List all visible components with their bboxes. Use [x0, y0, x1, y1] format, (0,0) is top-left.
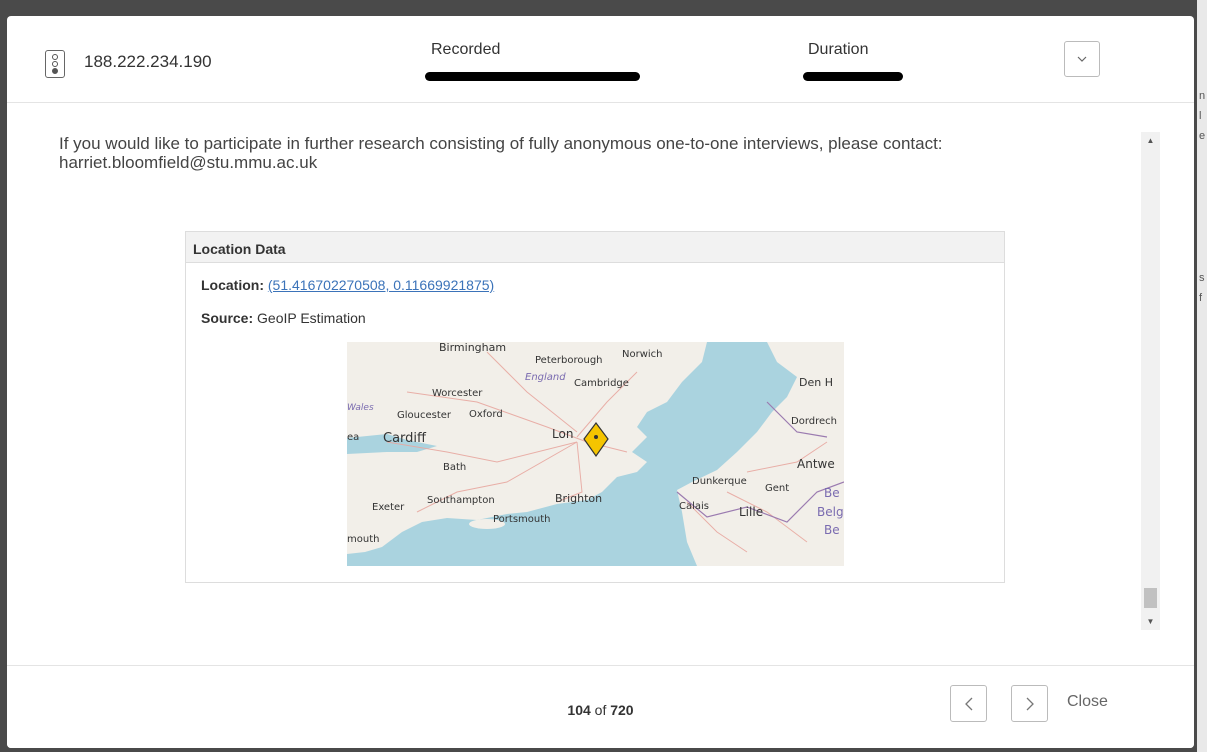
next-button[interactable]: [1011, 685, 1048, 722]
map-label: mouth: [347, 534, 379, 545]
location-data-panel: Location Data Location: (51.416702270508…: [185, 231, 1005, 583]
modal-header: 188.222.234.190 Recorded Duration: [7, 16, 1194, 103]
source-row: Source: GeoIP Estimation: [201, 310, 366, 326]
close-button[interactable]: Close: [1067, 693, 1108, 711]
location-label: Location:: [201, 277, 264, 293]
recorded-value-redaction: [425, 72, 640, 81]
scroll-thumb[interactable]: [1144, 588, 1157, 608]
map-label: Lille: [739, 505, 763, 519]
map-label: Norwich: [622, 349, 663, 360]
map-label: Peterborough: [535, 355, 603, 366]
map-label: England: [525, 372, 566, 383]
map-graphic: Birmingham Peterborough Norwich England …: [347, 342, 844, 566]
map-label: Portsmouth: [493, 514, 551, 525]
backdrop-edge: n l e s f: [1197, 0, 1207, 752]
location-coordinates-link[interactable]: (51.416702270508, 0.11669921875): [268, 277, 494, 293]
recorded-label: Recorded: [431, 41, 501, 58]
map-label: ea: [347, 432, 359, 443]
current-page: 104: [567, 702, 591, 718]
location-panel-title: Location Data: [186, 232, 1004, 263]
source-value: GeoIP Estimation: [257, 310, 366, 326]
chevron-right-icon: [1026, 697, 1034, 710]
session-modal: 188.222.234.190 Recorded Duration If you…: [7, 16, 1194, 748]
map-label: Worcester: [432, 388, 483, 399]
previous-button[interactable]: [950, 685, 987, 722]
map-label: Exeter: [372, 502, 405, 513]
map-label: Den H: [799, 376, 833, 389]
map-label: Gloucester: [397, 410, 452, 421]
modal-content: If you would like to participate in furt…: [7, 104, 1194, 664]
expand-dropdown-button[interactable]: [1064, 41, 1100, 77]
duration-value-redaction: [803, 72, 903, 81]
map-label: Gent: [765, 483, 789, 494]
map-label: Cardiff: [383, 431, 427, 446]
map-label: Calais: [679, 501, 709, 512]
map-label: Lon: [552, 427, 573, 441]
modal-footer: 104 of 720 Close: [7, 665, 1194, 748]
duration-label: Duration: [808, 41, 869, 58]
map-label: Cambridge: [574, 378, 629, 389]
location-row: Location: (51.416702270508, 0.1166992187…: [201, 277, 494, 293]
chevron-left-icon: [964, 697, 972, 710]
content-scrollbar[interactable]: ▲ ▼: [1141, 132, 1160, 630]
map-label: Be: [824, 486, 840, 500]
map-label: Dunkerque: [692, 476, 747, 487]
map-label: Birmingham: [439, 342, 506, 354]
map-label: Bath: [443, 462, 466, 473]
of-label: of: [594, 702, 607, 718]
intro-text: If you would like to participate in furt…: [59, 134, 943, 172]
map-label: Brighton: [555, 492, 602, 505]
location-map[interactable]: Birmingham Peterborough Norwich England …: [347, 342, 844, 566]
map-label: Belg: [817, 505, 844, 519]
scroll-up-icon[interactable]: ▲: [1141, 132, 1160, 149]
map-label: Oxford: [469, 409, 503, 420]
map-label: Antwe: [797, 457, 835, 471]
map-label: Be: [824, 523, 840, 537]
map-label: Dordrech: [791, 416, 837, 427]
traffic-light-icon: [45, 50, 65, 78]
map-label: Southampton: [427, 495, 495, 506]
source-label: Source:: [201, 310, 254, 326]
total-pages: 720: [610, 702, 634, 718]
chevron-down-icon: [1077, 56, 1087, 62]
ip-address: 188.222.234.190: [84, 52, 212, 71]
map-label: Wales: [347, 403, 374, 413]
scroll-down-icon[interactable]: ▼: [1141, 613, 1160, 630]
